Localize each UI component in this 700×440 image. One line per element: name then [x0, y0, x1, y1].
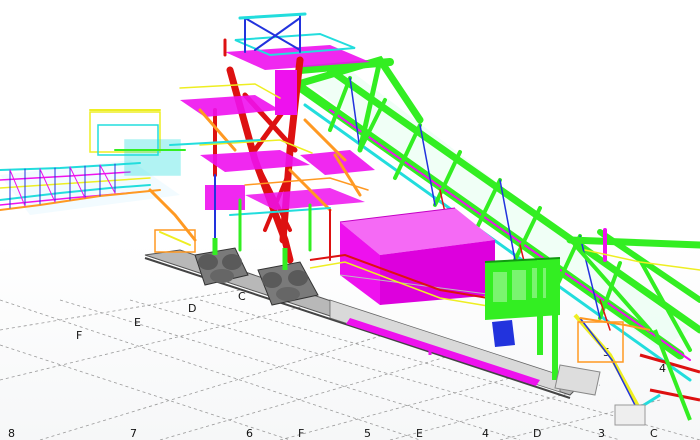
structure-scene[interactable]: F E D C 8 7 6 F 5 E 4 D 3 C 5 4: [0, 0, 700, 440]
grid-label-e2: E: [416, 427, 423, 440]
grid-label-4: 4: [482, 427, 489, 440]
machinery-house[interactable]: [309, 207, 501, 309]
grid-label-8: 8: [8, 427, 15, 440]
grid-label-7: 7: [130, 427, 137, 440]
grid-label-5: 5: [364, 427, 371, 440]
grid-label-d2: D: [533, 427, 541, 440]
grid-label-f: F: [76, 329, 82, 342]
grid-label-f2: F: [298, 427, 304, 440]
grid-label-3: 3: [598, 427, 605, 440]
model-viewport[interactable]: F E D C 8 7 6 F 5 E 4 D 3 C 5 4: [0, 0, 700, 440]
left-conveyor-bridge[interactable]: [0, 109, 197, 253]
grid-label-c: C: [238, 290, 246, 303]
grid-label-e: E: [134, 316, 141, 329]
grid-label-c2: C: [650, 427, 658, 440]
grid-label-d: D: [188, 302, 196, 315]
grid-label-6: 6: [246, 427, 253, 440]
